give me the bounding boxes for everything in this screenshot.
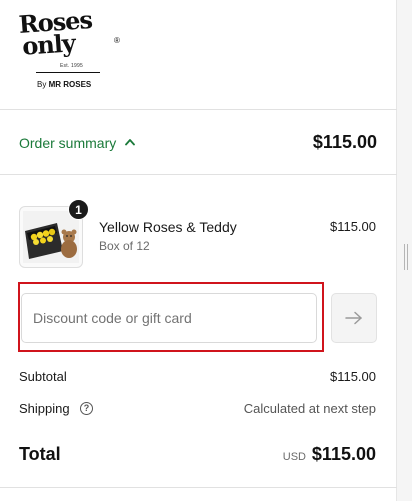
subtotal-value: $115.00 [329, 369, 376, 384]
shipping-label: Shipping [19, 401, 70, 416]
product-price: $115.00 [329, 219, 376, 234]
logo-byline: By MR ROSES [37, 80, 91, 89]
question-circle-icon[interactable]: ? [80, 402, 93, 415]
header: Roses only ® Est. 1995 By MR ROSES [0, 0, 397, 110]
logo-byline-prefix: By [37, 80, 47, 89]
apply-discount-button[interactable] [331, 293, 377, 343]
bottom-divider [0, 487, 397, 488]
total-label: Total [19, 444, 61, 464]
product-variant: Box of 12 [99, 239, 150, 253]
logo-established: Est. 1995 [60, 63, 83, 69]
product-name: Yellow Roses & Teddy [99, 219, 237, 235]
total-currency: USD [282, 451, 306, 463]
logo-wordmark: Roses only [18, 5, 94, 61]
roses-only-logo[interactable]: Roses only ® Est. 1995 By MR ROSES [18, 5, 122, 94]
logo-registered-mark: ® [114, 36, 120, 45]
order-summary-label: Order summary [19, 135, 117, 151]
logo-divider [36, 72, 100, 73]
order-summary-toggle[interactable]: Order summary $115.00 [0, 111, 397, 175]
chevron-up-icon [125, 139, 135, 146]
arrow-right-icon [345, 311, 362, 325]
order-summary-total: $115.00 [312, 132, 377, 152]
order-summary-panel: Roses only ® Est. 1995 By MR ROSES Order… [0, 0, 397, 501]
total-value: $115.00 [311, 444, 376, 464]
discount-code-input[interactable] [21, 293, 317, 343]
resize-handle[interactable] [404, 244, 408, 270]
quantity-badge: 1 [68, 199, 89, 220]
logo-line2: only [21, 28, 76, 61]
subtotal-label: Subtotal [19, 369, 67, 384]
shipping-value: Calculated at next step [243, 401, 376, 416]
logo-byline-brand: MR ROSES [48, 80, 92, 89]
product-image [23, 211, 79, 263]
